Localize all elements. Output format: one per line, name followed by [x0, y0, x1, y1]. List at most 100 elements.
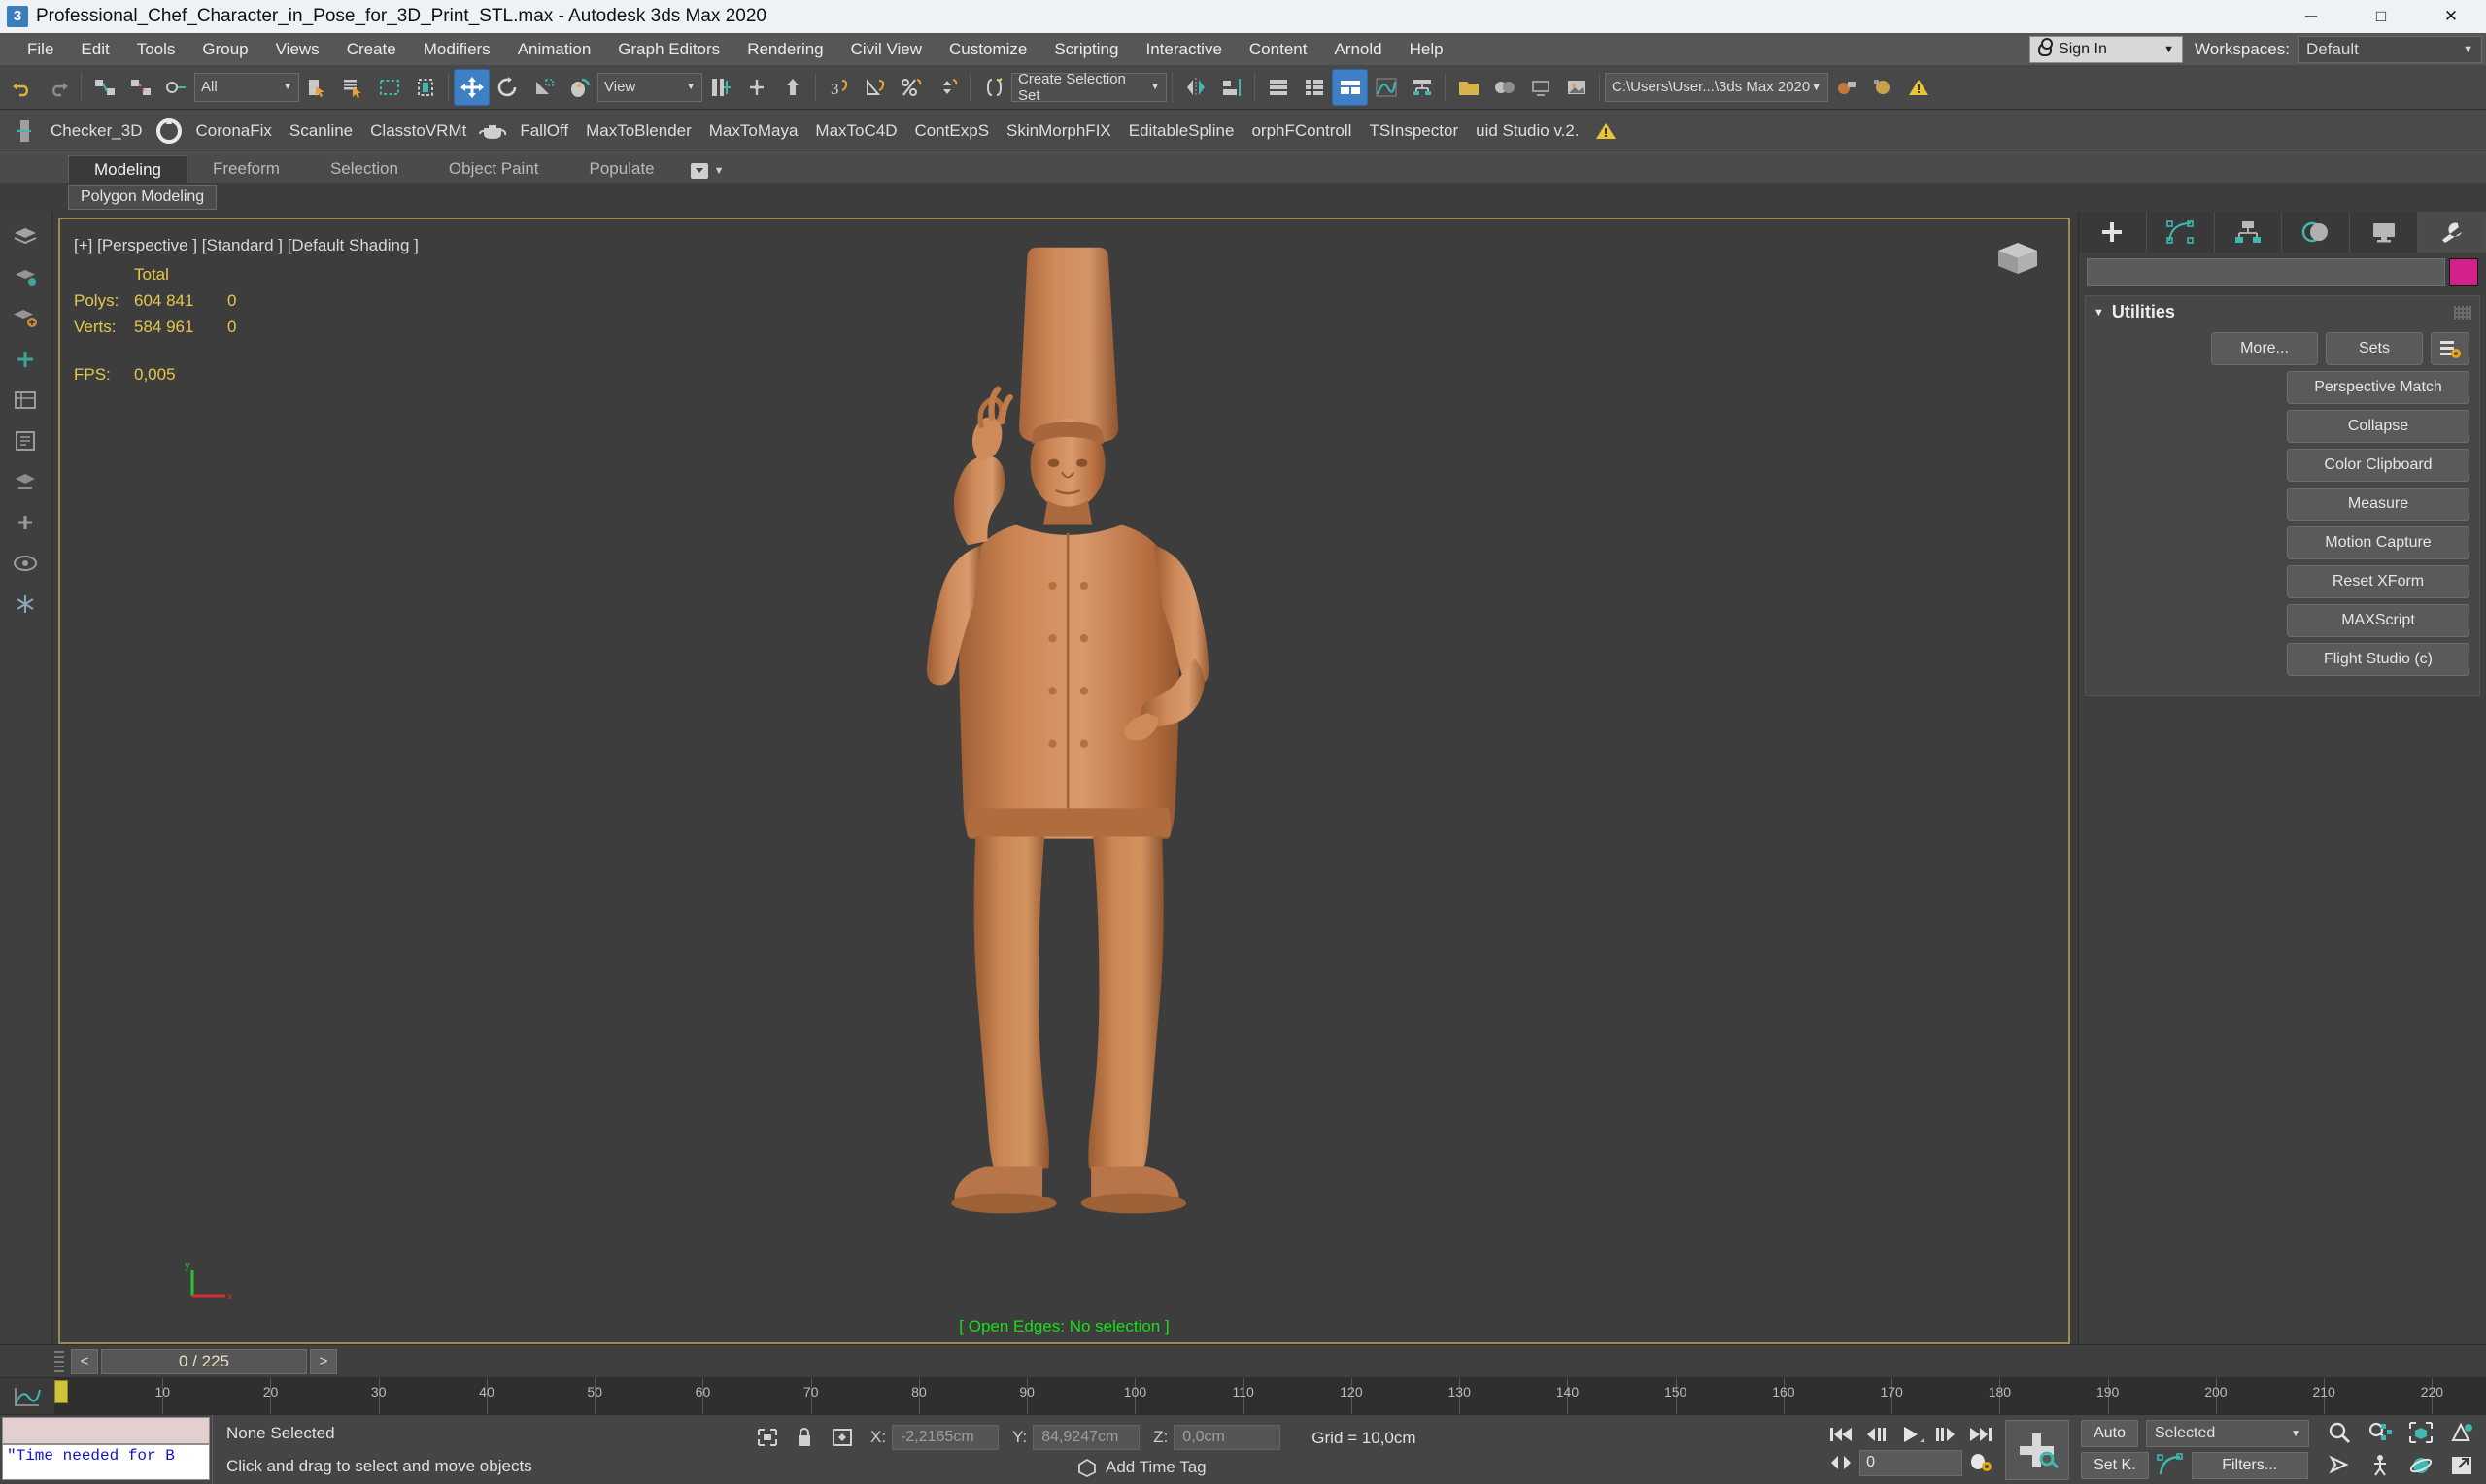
select-object-icon[interactable] [299, 69, 335, 106]
select-link-icon[interactable] [86, 69, 122, 106]
menu-rendering[interactable]: Rendering [733, 33, 836, 65]
select-layer-objects-icon[interactable] [12, 388, 41, 414]
plugin-maxtomaya[interactable]: MaxToMaya [700, 115, 807, 148]
view-cube[interactable] [1989, 237, 2047, 278]
edit-named-selection-sets-icon[interactable] [975, 69, 1011, 106]
align-icon[interactable] [1213, 69, 1249, 106]
percent-snap-toggle-icon[interactable] [893, 69, 929, 106]
scene-explorer-icon[interactable] [1296, 69, 1332, 106]
ribbon-tab-selection[interactable]: Selection [305, 155, 424, 183]
layer-properties-icon[interactable] [12, 266, 41, 291]
maxscript-input-line[interactable] [2, 1417, 210, 1444]
spinner-snap-toggle-icon[interactable] [929, 69, 965, 106]
corona-renderer-icon[interactable] [152, 113, 187, 150]
field-of-view-icon[interactable] [2443, 1419, 2480, 1446]
configure-button-sets-icon[interactable] [2431, 332, 2469, 365]
plugin-morphfcontroller[interactable]: orphFControll [1243, 115, 1360, 148]
menu-help[interactable]: Help [1396, 33, 1457, 65]
add-selection-to-layer-icon[interactable] [12, 348, 41, 373]
time-slider-grip[interactable] [54, 1350, 64, 1372]
coord-y-value[interactable]: 84,9247cm [1033, 1425, 1141, 1450]
use-pivot-point-center-icon[interactable] [702, 69, 738, 106]
next-frame-button[interactable]: > [310, 1348, 337, 1374]
perspective-viewport[interactable]: [+] [Perspective ] [Standard ] [Default … [58, 218, 2070, 1344]
plugin-uid-studio[interactable]: uid Studio v.2. [1467, 115, 1587, 148]
material-editor-icon[interactable] [1486, 69, 1522, 106]
rendered-frame-window-icon[interactable] [1558, 69, 1594, 106]
maxscript-button[interactable]: MAXScript [2287, 604, 2469, 637]
plugin-docking-handle[interactable] [6, 113, 42, 150]
layer-add-icon[interactable] [12, 307, 41, 332]
frame-ruler[interactable]: 10 20 30 40 50 60 70 80 90 100 110 120 130 140 150 160 1… [54, 1378, 2486, 1414]
plugin-maxtoblender[interactable]: MaxToBlender [577, 115, 700, 148]
measure-button[interactable]: Measure [2287, 488, 2469, 521]
color-clipboard-button[interactable]: Color Clipboard [2287, 449, 2469, 482]
current-frame-display[interactable]: 0 / 225 [101, 1348, 307, 1374]
current-frame-spinner[interactable]: 0 [1859, 1449, 1963, 1476]
hide-objects-icon[interactable] [12, 470, 41, 495]
flight-studio-button[interactable]: Flight Studio (c) [2287, 643, 2469, 676]
undo-icon[interactable] [4, 69, 40, 106]
open-mini-curve-editor-icon[interactable] [0, 1378, 54, 1414]
coord-x-value[interactable]: -2,2165cm [892, 1425, 1000, 1450]
ribbon-panel-polygon-modeling[interactable]: Polygon Modeling [68, 185, 218, 210]
plugin-tsinspector[interactable]: TSInspector [1360, 115, 1467, 148]
utilities-rollout-header[interactable]: ▼ Utilities [2086, 296, 2479, 328]
coord-z-value[interactable]: 0,0cm [1174, 1425, 1281, 1450]
create-tab[interactable] [2079, 212, 2147, 253]
ribbon-tab-object-paint[interactable]: Object Paint [424, 155, 564, 183]
select-and-place-icon[interactable] [562, 69, 597, 106]
chef-character-model[interactable] [710, 229, 1419, 1323]
collapse-triangle-icon[interactable]: ▼ [2094, 307, 2104, 319]
ribbon-minimize-icon[interactable] [690, 162, 709, 180]
orbit-icon[interactable] [2402, 1452, 2439, 1479]
viewport-label[interactable]: [+] [Perspective ] [Standard ] [Default … [74, 233, 419, 257]
chevron-down-icon[interactable]: ▼ [714, 165, 725, 177]
close-button[interactable]: ✕ [2416, 0, 2486, 33]
render-production-icon[interactable] [1828, 69, 1864, 106]
menu-group[interactable]: Group [188, 33, 261, 65]
key-tangent-icon[interactable] [2156, 1453, 2184, 1478]
curve-editor-icon[interactable] [1368, 69, 1404, 106]
menu-views[interactable]: Views [262, 33, 333, 65]
isolate-selection-icon[interactable] [12, 552, 41, 577]
coord-z[interactable]: Z: 0,0cm [1153, 1425, 1281, 1450]
collapse-button[interactable]: Collapse [2287, 410, 2469, 443]
named-selection-set-field[interactable]: Create Selection Set ▼ [1011, 71, 1167, 104]
workspace-select[interactable]: Default ▼ [2298, 35, 2482, 63]
set-key-button[interactable]: Set K. [2081, 1452, 2149, 1479]
maxscript-mini-listener[interactable]: "Time needed for B [0, 1415, 212, 1484]
maximize-button[interactable]: □ [2346, 0, 2416, 33]
select-and-scale-icon[interactable] [526, 69, 562, 106]
time-slider-handle[interactable] [54, 1380, 68, 1403]
key-filter-select[interactable]: Selected ▼ [2146, 1420, 2309, 1447]
ribbon-tab-modeling[interactable]: Modeling [68, 155, 187, 183]
absolute-relative-mode-icon[interactable] [832, 1425, 863, 1448]
menu-modifiers[interactable]: Modifiers [410, 33, 504, 65]
select-and-manipulate-icon[interactable] [738, 69, 774, 106]
add-time-tag[interactable]: Add Time Tag [1076, 1458, 1207, 1477]
object-color-swatch[interactable] [2449, 258, 2478, 286]
project-path-field[interactable]: C:\Users\User...\3ds Max 2020 ▼ [1605, 72, 1828, 102]
selection-filter-dropdown[interactable]: All ▼ [194, 72, 299, 102]
plugin-checker3d[interactable]: Checker_3D [42, 115, 152, 148]
time-configuration-icon[interactable] [1968, 1452, 1993, 1473]
coord-y[interactable]: Y: 84,9247cm [1012, 1425, 1141, 1450]
modify-tab[interactable] [2147, 212, 2215, 253]
previous-key-icon[interactable] [1863, 1425, 1889, 1444]
sets-button[interactable]: Sets [2326, 332, 2423, 365]
bind-space-warp-icon[interactable] [158, 69, 194, 106]
plugin-falloff[interactable]: FallOff [511, 115, 577, 148]
walkthrough-icon[interactable] [2362, 1452, 2399, 1479]
auto-key-button[interactable]: Auto [2081, 1420, 2138, 1447]
plugin-skinmorphfix[interactable]: SkinMorphFIX [998, 115, 1120, 148]
pan-icon[interactable] [2321, 1452, 2358, 1479]
teapot-icon[interactable] [475, 113, 511, 150]
zoom-icon[interactable] [2321, 1419, 2358, 1446]
menu-tools[interactable]: Tools [123, 33, 189, 65]
plugin-scanline[interactable]: Scanline [281, 115, 361, 148]
ribbon-toggle-icon[interactable] [1332, 68, 1368, 106]
freeze-objects-icon[interactable] [12, 592, 41, 618]
menu-create[interactable]: Create [333, 33, 410, 65]
go-to-end-icon[interactable] [1968, 1425, 1993, 1444]
